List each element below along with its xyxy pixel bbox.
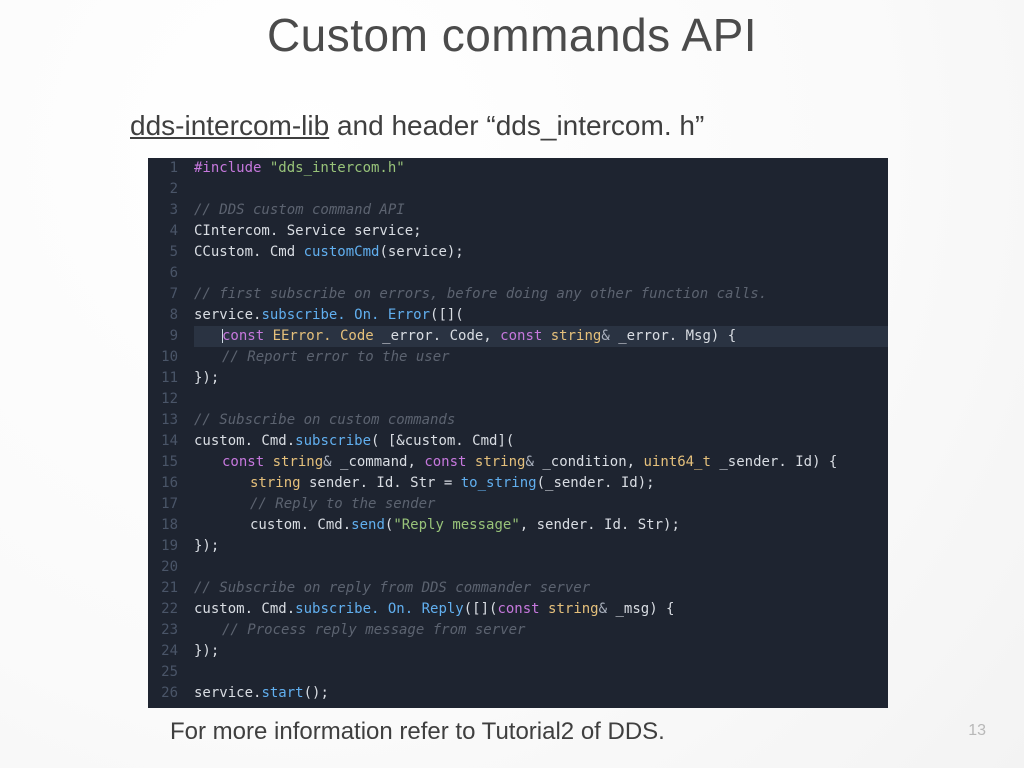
code-line: // Subscribe on custom commands — [194, 410, 888, 431]
code-line: #include "dds_intercom.h" — [194, 158, 888, 179]
page-number: 13 — [968, 722, 986, 740]
line-number: 18 — [148, 515, 178, 536]
code-line — [194, 557, 888, 578]
footer-text: For more information refer to Tutorial2 … — [170, 718, 665, 746]
line-number: 21 — [148, 578, 178, 599]
line-number: 25 — [148, 662, 178, 683]
line-number: 13 — [148, 410, 178, 431]
line-number: 10 — [148, 347, 178, 368]
line-number: 3 — [148, 200, 178, 221]
code-line: }); — [194, 368, 888, 389]
line-number: 6 — [148, 263, 178, 284]
code-line: // Process reply message from server — [194, 620, 888, 641]
line-number: 26 — [148, 683, 178, 704]
slide-subtitle: dds-intercom-lib and header “dds_interco… — [130, 110, 894, 142]
line-number: 14 — [148, 431, 178, 452]
slide-title: Custom commands API — [0, 8, 1024, 62]
slide: { "title": "Custom commands API", "subti… — [0, 0, 1024, 768]
code-line: }); — [194, 641, 888, 662]
code-line: }); — [194, 536, 888, 557]
line-number: 11 — [148, 368, 178, 389]
line-number: 12 — [148, 389, 178, 410]
subtitle-rest: and header “dds_intercom. h” — [329, 110, 704, 141]
code-line: custom. Cmd.send("Reply message", sender… — [194, 515, 888, 536]
code-line: custom. Cmd.subscribe. On. Reply([](cons… — [194, 599, 888, 620]
line-number: 20 — [148, 557, 178, 578]
line-number: 22 — [148, 599, 178, 620]
code-line: // first subscribe on errors, before doi… — [194, 284, 888, 305]
code-line: // Report error to the user — [194, 347, 888, 368]
line-number: 19 — [148, 536, 178, 557]
line-number: 24 — [148, 641, 178, 662]
line-number: 23 — [148, 620, 178, 641]
line-number: 15 — [148, 452, 178, 473]
code-line: service.start(); — [194, 683, 888, 704]
line-number: 2 — [148, 179, 178, 200]
line-number: 16 — [148, 473, 178, 494]
code-line: // Reply to the sender — [194, 494, 888, 515]
code-line — [194, 263, 888, 284]
line-number: 17 — [148, 494, 178, 515]
line-number: 8 — [148, 305, 178, 326]
line-gutter: 1234567891011121314151617181920212223242… — [148, 158, 184, 708]
code-line: // DDS custom command API — [194, 200, 888, 221]
code-line: // Subscribe on reply from DDS commander… — [194, 578, 888, 599]
code-line: service.subscribe. On. Error([]( — [194, 305, 888, 326]
line-number: 4 — [148, 221, 178, 242]
code-line: const string& _command, const string& _c… — [194, 452, 888, 473]
line-number: 1 — [148, 158, 178, 179]
line-number: 5 — [148, 242, 178, 263]
line-number: 9 — [148, 326, 178, 347]
line-number: 7 — [148, 284, 178, 305]
code-line — [194, 389, 888, 410]
code-editor: 1234567891011121314151617181920212223242… — [148, 158, 888, 708]
code-line: string sender. Id. Str = to_string(_send… — [194, 473, 888, 494]
code-line: CIntercom. Service service; — [194, 221, 888, 242]
lib-name: dds-intercom-lib — [130, 110, 329, 141]
code-line — [194, 662, 888, 683]
code-line: custom. Cmd.subscribe( [&custom. Cmd]( — [194, 431, 888, 452]
code-body: #include "dds_intercom.h" // DDS custom … — [184, 158, 888, 708]
code-line — [194, 179, 888, 200]
code-line: CCustom. Cmd customCmd(service); — [194, 242, 888, 263]
code-line: const EError. Code _error. Code, const s… — [194, 326, 888, 347]
